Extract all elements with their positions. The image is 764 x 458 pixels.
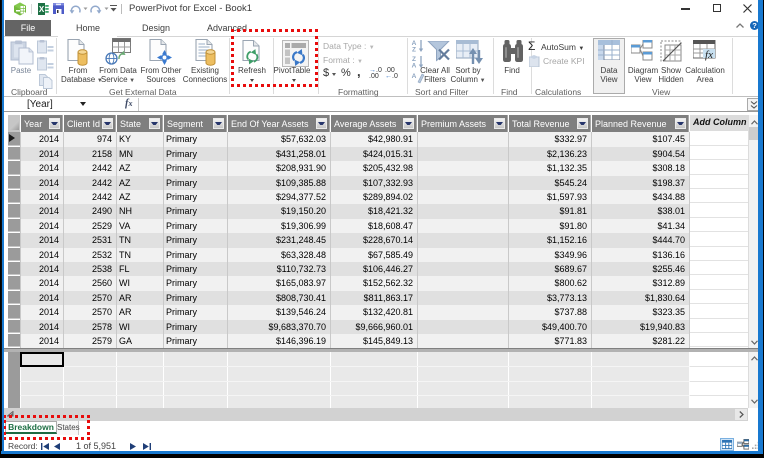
svg-text:Z: Z <box>412 47 416 53</box>
svg-text:fx: fx <box>705 49 713 61</box>
svg-text:X: X <box>39 5 45 14</box>
svg-text:A: A <box>412 63 417 69</box>
svg-text:A: A <box>412 73 417 80</box>
